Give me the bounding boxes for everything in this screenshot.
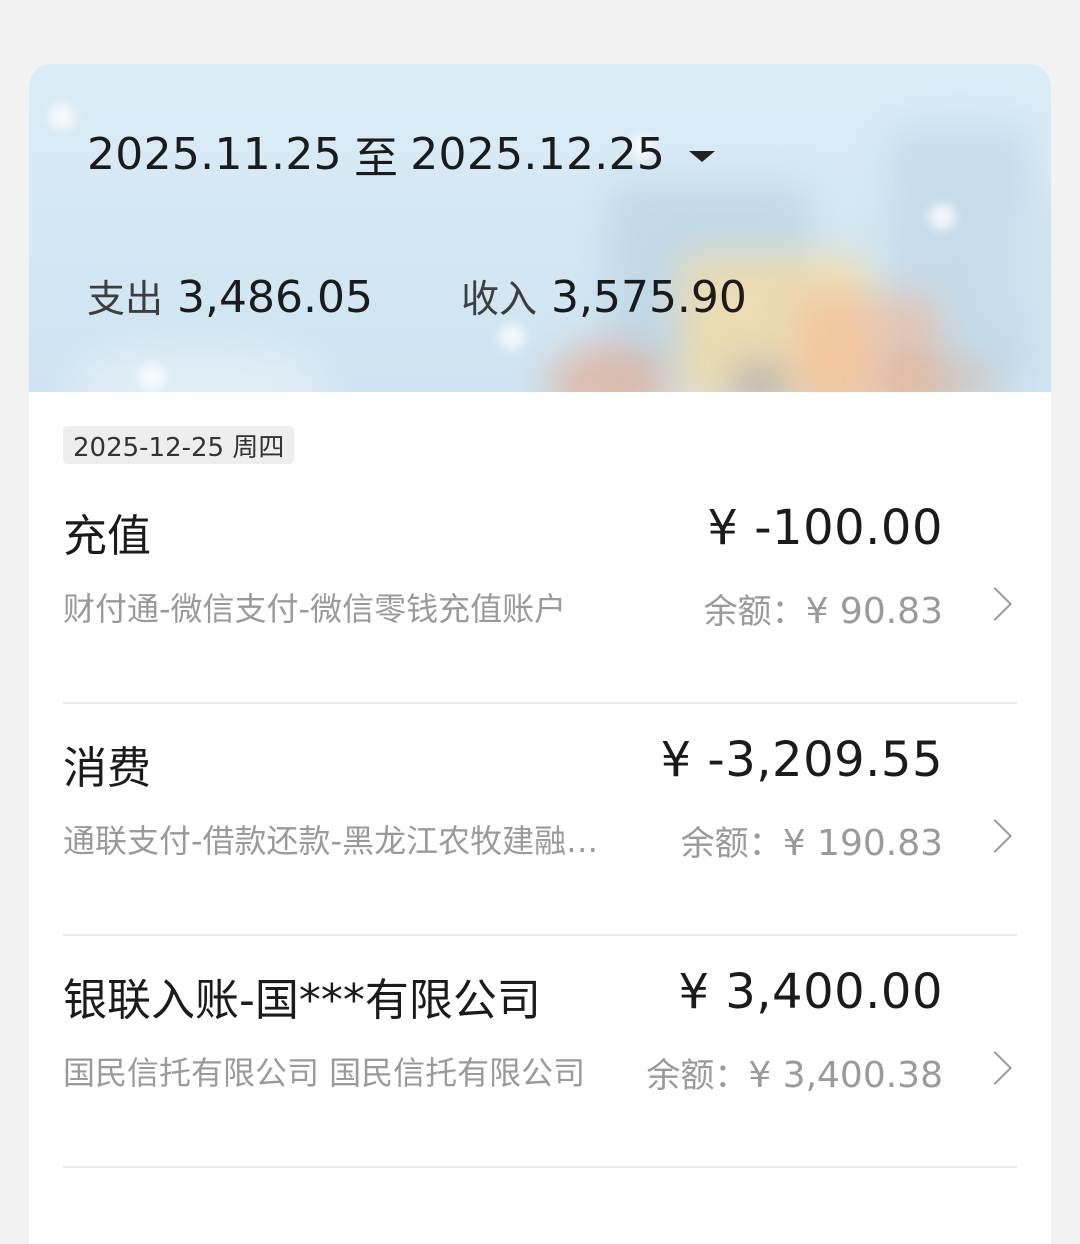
transaction-title: 消费 — [63, 743, 151, 794]
transaction-amount: ¥ -3,209.55 — [660, 732, 943, 788]
balance-label: 余额： — [703, 592, 806, 632]
date-range-start: 2025.11.25 — [87, 128, 342, 180]
chevron-right-icon[interactable] — [978, 819, 1012, 853]
snowflake-decoration — [49, 104, 75, 130]
date-group-chip: 2025-12-25 周四 — [63, 426, 295, 464]
transaction-subtitle: 通联支付-借款还款-黑龙江农牧建融… — [63, 822, 599, 860]
transaction-row[interactable]: 银联入账-国***有限公司 ¥ 3,400.00 国民信托有限公司 国民信托有限… — [63, 936, 1017, 1168]
statement-header: 2025.11.25 至 2025.12.25 支出 3,486.05 收入 3… — [29, 64, 1051, 392]
transaction-row[interactable]: 消费 ¥ -3,209.55 通联支付-借款还款-黑龙江农牧建融… 余额：¥ 1… — [63, 704, 1017, 936]
transaction-title: 银联入账-国***有限公司 — [63, 975, 541, 1026]
balance-label: 余额： — [680, 824, 783, 864]
snowflake-decoration — [499, 324, 525, 350]
date-range-end: 2025.12.25 — [410, 128, 666, 180]
date-range-separator: 至 — [353, 133, 399, 184]
row-divider — [63, 1166, 1017, 1168]
totals-summary: 支出 3,486.05 收入 3,575.90 — [87, 268, 747, 323]
transaction-balance: 余额：¥ 190.83 — [681, 816, 943, 865]
snowflake-decoration — [139, 364, 165, 390]
transaction-title: 充值 — [63, 511, 151, 562]
date-range-selector[interactable]: 2025.11.25 至 2025.12.25 — [87, 122, 716, 186]
income-label: 收入 — [460, 277, 537, 321]
transaction-row[interactable]: 充值 ¥ -100.00 财付通-微信支付-微信零钱充值账户 余额：¥ 90.8… — [63, 472, 1017, 704]
transaction-amount: ¥ -100.00 — [707, 500, 943, 556]
transaction-subtitle: 国民信托有限公司 国民信托有限公司 — [63, 1054, 586, 1092]
transaction-amount: ¥ 3,400.00 — [678, 964, 943, 1020]
balance-label: 余额： — [646, 1056, 749, 1096]
chevron-right-icon[interactable] — [978, 587, 1012, 621]
background-decoration — [69, 344, 329, 392]
income-value: 3,575.90 — [550, 272, 747, 323]
transaction-balance: 余额：¥ 3,400.38 — [646, 1048, 943, 1097]
balance-value: ¥ 190.83 — [782, 823, 943, 864]
chevron-right-icon[interactable] — [978, 1051, 1012, 1085]
expense-label: 支出 — [87, 277, 164, 321]
snowflake-decoration — [929, 204, 955, 230]
expense-value: 3,486.05 — [177, 272, 373, 323]
caret-down-icon[interactable] — [689, 150, 716, 162]
balance-value: ¥ 90.83 — [805, 591, 943, 632]
transaction-subtitle: 财付通-微信支付-微信零钱充值账户 — [63, 590, 567, 628]
transaction-balance: 余额：¥ 90.83 — [704, 584, 943, 633]
statement-card: 2025.11.25 至 2025.12.25 支出 3,486.05 收入 3… — [29, 64, 1051, 1244]
balance-value: ¥ 3,400.38 — [748, 1055, 943, 1096]
